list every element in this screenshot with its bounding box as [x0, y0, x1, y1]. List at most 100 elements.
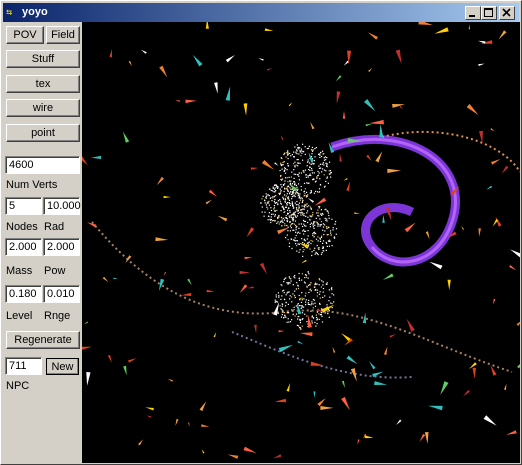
point-cloud-dot: [274, 215, 276, 217]
pov-button[interactable]: POV: [6, 26, 44, 44]
mass-input[interactable]: 2.000: [5, 238, 42, 256]
point-cloud-dot: [326, 157, 328, 159]
stuff-button[interactable]: Stuff: [6, 50, 80, 68]
point-cloud-dot: [310, 282, 312, 284]
point-cloud-dot: [318, 318, 320, 320]
pow-input[interactable]: 2.000: [43, 238, 80, 256]
point-cloud-dot: [268, 195, 270, 197]
point-cloud-dot: [330, 171, 332, 174]
point-cloud-dot: [306, 203, 308, 205]
point-cloud-dot: [277, 216, 279, 218]
minimize-button[interactable]: [465, 6, 481, 20]
level-input[interactable]: 0.180: [5, 285, 42, 303]
point-cloud-dot: [303, 191, 305, 193]
wire-button[interactable]: wire: [6, 99, 80, 117]
point-cloud-dot: [313, 222, 315, 224]
new-button[interactable]: New: [46, 358, 79, 375]
point-cloud-dot: [291, 203, 293, 205]
particle-shard: [239, 270, 251, 275]
particle-shard: [468, 24, 471, 30]
point-cloud-dot: [306, 206, 308, 208]
point-cloud-dot: [280, 202, 282, 204]
point-cloud-dot: [294, 274, 296, 277]
point-cloud-dot: [274, 184, 276, 186]
particle-shard: [163, 195, 171, 199]
point-cloud-dot: [281, 186, 283, 188]
point-cloud-dot: [296, 186, 298, 188]
npc-input[interactable]: 711: [5, 357, 42, 375]
particle-shard: [109, 49, 112, 58]
particle-shard: [478, 63, 485, 66]
num-verts-input[interactable]: 4600: [5, 156, 80, 174]
maximize-button[interactable]: [481, 6, 497, 20]
render-viewport[interactable]: [82, 22, 520, 463]
point-cloud-dot: [279, 221, 281, 223]
tex-button[interactable]: tex: [6, 75, 80, 93]
point-cloud-dot: [315, 314, 317, 316]
point-cloud-dot: [276, 201, 278, 203]
point-cloud-dot: [334, 223, 336, 225]
point-cloud-dot: [285, 156, 287, 158]
particle-scene[interactable]: [82, 22, 520, 463]
point-cloud-dot: [268, 212, 270, 214]
point-cloud-dot: [297, 146, 299, 148]
point-cloud-dot: [314, 221, 316, 223]
point-cloud-dot: [312, 303, 314, 305]
point-cloud-dot: [269, 219, 271, 221]
point-cloud-dot: [286, 282, 288, 284]
point-cloud-dot: [286, 234, 288, 236]
point-cloud-dot: [284, 194, 286, 196]
point-cloud-dot: [287, 165, 289, 167]
point-cloud-dot: [302, 255, 304, 257]
point-cloud-dot: [301, 205, 303, 207]
point-cloud-dot: [297, 315, 299, 318]
point-cloud-dot: [312, 298, 314, 301]
point-cloud-dot: [274, 198, 276, 201]
point-cloud-dot: [322, 288, 325, 290]
point-cloud-dot: [317, 225, 319, 227]
rad-input[interactable]: 10.000: [43, 197, 81, 215]
point-cloud-dot: [312, 224, 314, 226]
close-button[interactable]: [499, 6, 515, 20]
point-cloud-dot: [309, 166, 311, 168]
point-cloud-dot: [289, 221, 291, 223]
point-button[interactable]: point: [6, 124, 80, 142]
point-cloud-dot: [280, 163, 282, 165]
point-cloud-dot: [331, 218, 333, 220]
point-cloud-dot: [333, 301, 335, 303]
particle-shard: [478, 40, 486, 44]
particle-shard: [244, 256, 253, 260]
point-cloud-dot: [303, 205, 305, 207]
point-cloud-dot: [266, 206, 268, 208]
rnge-input[interactable]: 0.010: [43, 285, 80, 303]
point-cloud-dot: [281, 284, 283, 287]
point-cloud-dot: [300, 189, 302, 191]
application-icon[interactable]: ⇆: [6, 6, 20, 19]
point-cloud-dot: [305, 292, 307, 294]
point-cloud-dot: [296, 144, 298, 146]
point-cloud-dot: [285, 316, 287, 318]
particle-shard: [486, 185, 493, 190]
point-cloud-dot: [297, 303, 299, 305]
particle-shard: [86, 372, 91, 386]
point-cloud-dot: [272, 196, 274, 198]
point-cloud-dot: [330, 234, 332, 236]
point-cloud-dot: [326, 220, 328, 222]
particle-shard: [374, 381, 388, 385]
point-cloud-dot: [305, 196, 308, 198]
field-button[interactable]: Field: [46, 26, 80, 44]
regenerate-button[interactable]: Regenerate: [6, 331, 80, 349]
point-cloud-dot: [328, 316, 330, 318]
point-cloud-dot: [296, 149, 298, 151]
point-cloud-dot: [284, 201, 286, 203]
nodes-input[interactable]: 5: [5, 197, 42, 215]
point-cloud-dot: [304, 169, 307, 171]
title-bar[interactable]: ⇆ yoyo: [3, 3, 519, 22]
point-cloud-dot: [286, 177, 288, 179]
point-cloud-dot: [287, 283, 289, 285]
point-cloud-dot: [287, 181, 289, 183]
point-cloud-dot: [289, 204, 291, 207]
point-cloud-dot: [292, 193, 294, 195]
point-cloud-dot: [281, 206, 283, 208]
particle-shard: [261, 159, 275, 170]
